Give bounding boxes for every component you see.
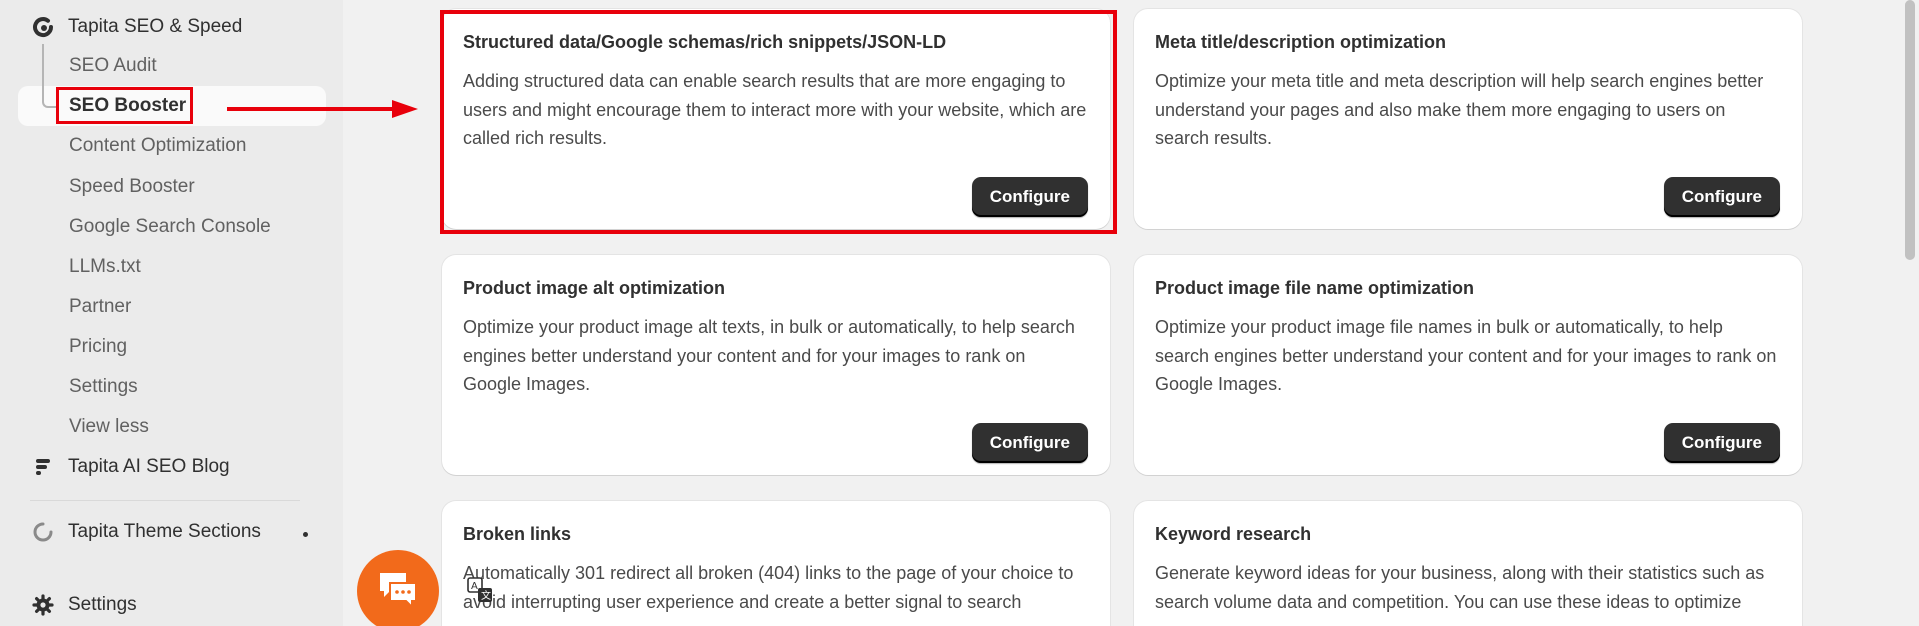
sidebar-item-partner[interactable]: Partner [69,292,131,322]
card-description: Optimize your product image file names i… [1155,317,1777,394]
chat-button[interactable] [357,550,439,626]
card-description: Generate keyword ideas for your business… [1155,563,1765,612]
card-title: Meta title/description optimization [1155,32,1447,52]
configure-button[interactable]: Configure [1663,423,1780,463]
sidebar-item-view-less[interactable]: View less [69,412,149,442]
sidebar-item-google-search-console[interactable]: Google Search Console [69,212,271,242]
spinner-icon [30,519,56,545]
scrollbar-thumb[interactable] [1905,0,1915,260]
card-title: Broken links [463,524,572,544]
card-broken-links: Broken links Automatically 301 redirect … [442,501,1110,626]
card-description: Optimize your product image alt texts, i… [463,317,1075,394]
card-meta-title: Meta title/description optimization Opti… [1134,9,1802,229]
sidebar-app-label: Tapita SEO & Speed [68,16,243,37]
card-image-file-name: Product image file name optimization Opt… [1134,255,1802,475]
sidebar-divider [30,500,300,501]
card-title: Product image file name optimization [1155,278,1475,298]
sidebar-item-seo-audit[interactable]: SEO Audit [69,51,157,81]
highlight-box-structured-data [440,10,1117,234]
sidebar-app-label: Tapita Theme Sections [68,521,261,542]
sidebar-app-tapita-blog[interactable]: Tapita AI SEO Blog [30,452,230,482]
annotation-arrow-head [392,100,418,118]
card-image-alt: Product image alt optimization Optimize … [442,255,1110,475]
configure-button[interactable]: Configure [971,423,1088,463]
card-title: Product image alt optimization [463,278,726,298]
blog-lines-icon [30,454,56,480]
tree-line [42,44,44,102]
sidebar-settings[interactable]: Settings [30,590,137,620]
configure-button[interactable]: Configure [1663,177,1780,217]
sidebar-item-settings[interactable]: Settings [69,372,138,402]
chat-icon [376,569,420,614]
svg-text:文: 文 [481,589,491,602]
highlight-box-seo-booster [56,87,193,124]
sidebar-item-llms-txt[interactable]: LLMs.txt [69,252,141,282]
tree-branch [42,100,56,108]
card-description: Optimize your meta title and meta descri… [1155,71,1764,148]
translate-icon[interactable]: A 文 [466,576,494,604]
card-keyword-research: Keyword research Generate keyword ideas … [1134,501,1802,626]
sidebar-settings-label: Settings [68,594,137,615]
svg-text:A: A [471,581,478,592]
card-description: Automatically 301 redirect all broken (4… [463,563,1074,612]
annotation-arrow-line [227,107,395,111]
sidebar-app-tapita-theme[interactable]: Tapita Theme Sections [30,517,261,547]
sidebar-item-content-optimization[interactable]: Content Optimization [69,131,246,161]
tapita-g-icon [30,14,56,40]
sidebar-item-pricing[interactable]: Pricing [69,332,127,362]
sidebar-app-tapita-seo[interactable]: Tapita SEO & Speed [30,12,242,42]
card-title: Keyword research [1155,524,1312,544]
sidebar-status-dot [303,532,308,537]
sidebar: Tapita SEO & Speed SEO Audit SEO Booster… [0,0,343,626]
gear-icon [30,592,56,618]
sidebar-app-label: Tapita AI SEO Blog [68,456,230,477]
sidebar-item-speed-booster[interactable]: Speed Booster [69,172,195,202]
